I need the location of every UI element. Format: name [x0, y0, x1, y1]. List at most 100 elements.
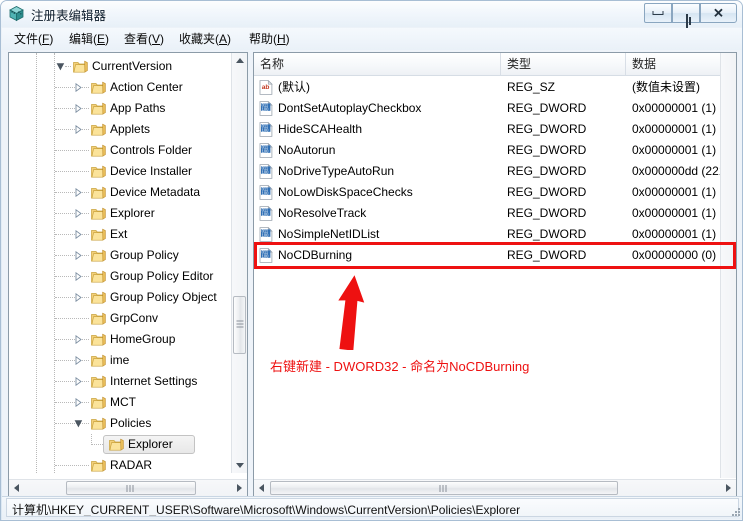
- folder-icon: [91, 417, 106, 430]
- expander-collapsed-icon[interactable]: [75, 335, 82, 344]
- tree-node[interactable]: Action Center: [9, 77, 232, 98]
- list-horizontal-scrollbar[interactable]: [254, 479, 736, 496]
- tree-node[interactable]: MCT: [9, 392, 232, 413]
- tree-node[interactable]: Group Policy: [9, 245, 232, 266]
- expander-expanded-icon[interactable]: [74, 419, 83, 428]
- tree-node[interactable]: Internet Settings: [9, 371, 232, 392]
- tree-scroll-thumb[interactable]: [233, 296, 246, 354]
- registry-values-list[interactable]: 名称 类型 数据 ab (默认) REG_SZ (数值未设置) 011 100 DontSetA…: [253, 52, 737, 497]
- value-data: 0x00000001 (1): [632, 185, 717, 199]
- menu-item-2[interactable]: 编辑(E): [65, 31, 113, 48]
- tree-node[interactable]: Applets: [9, 119, 232, 140]
- column-header-1[interactable]: 名称: [254, 53, 501, 75]
- tree-scroll-up-button[interactable]: [232, 53, 247, 69]
- tree-node[interactable]: Device Installer: [9, 161, 232, 182]
- dword-value-icon: 011100: [259, 206, 273, 221]
- list-scroll-left-button[interactable]: [254, 480, 270, 496]
- dword-value-icon: 011100: [259, 101, 273, 116]
- tree-scroll-left-button[interactable]: [9, 480, 25, 496]
- tree-vertical-scrollbar[interactable]: [231, 53, 247, 473]
- expander-collapsed-icon[interactable]: [75, 188, 82, 197]
- list-scroll-right-button[interactable]: [720, 480, 736, 496]
- resize-grip-icon[interactable]: [731, 507, 741, 517]
- tree-node[interactable]: Group Policy Editor: [9, 266, 232, 287]
- tree-node[interactable]: Ext: [9, 224, 232, 245]
- tree-node[interactable]: App Paths: [9, 98, 232, 119]
- tree-node[interactable]: Controls Folder: [9, 140, 232, 161]
- value-data: 0x00000001 (1): [632, 227, 717, 241]
- expander-collapsed-icon[interactable]: [75, 293, 82, 302]
- expander-collapsed-icon[interactable]: [75, 272, 82, 281]
- expander-collapsed-icon[interactable]: [75, 230, 82, 239]
- menu-item-5[interactable]: 帮助(H): [245, 31, 294, 48]
- tree-node[interactable]: Policies: [9, 413, 232, 434]
- current-registry-path: 计算机\HKEY_CURRENT_USER\Software\Microsoft…: [12, 503, 521, 517]
- expander-collapsed-icon[interactable]: [75, 377, 82, 386]
- tree-node[interactable]: RADAR: [9, 455, 232, 473]
- svg-text:100: 100: [262, 148, 270, 153]
- folder-icon: [73, 60, 88, 73]
- tree-node[interactable]: Device Metadata: [9, 182, 232, 203]
- tree-horizontal-scrollbar[interactable]: [9, 479, 247, 496]
- value-name: HideSCAHealth: [278, 122, 363, 136]
- registry-value-row[interactable]: 011 100 NoCDBurning REG_DWORD 0x00000000 (0): [254, 245, 736, 266]
- registry-editor-window: 注册表编辑器 ✕ 文件(F) 编辑(E) 查看(V) 收藏夹(A) 帮助(H) Curr…: [0, 0, 743, 521]
- title-bar[interactable]: 注册表编辑器 ✕: [1, 1, 742, 28]
- minimize-button[interactable]: [644, 3, 672, 23]
- expander-collapsed-icon[interactable]: [75, 209, 82, 218]
- chevron-down-icon: [235, 463, 244, 468]
- expander-expanded-icon[interactable]: [56, 62, 65, 71]
- menu-item-label: 收藏夹(A): [179, 32, 232, 46]
- menu-item-4[interactable]: 收藏夹(A): [175, 31, 235, 48]
- menu-item-1[interactable]: 文件(F): [10, 31, 57, 48]
- registry-value-row[interactable]: 011 100 NoDriveTypeAutoRun REG_DWORD 0x00000…: [254, 161, 736, 182]
- tree-node-label: Group Policy Object: [110, 290, 217, 304]
- value-type: REG_DWORD: [507, 227, 587, 241]
- tree-node[interactable]: Group Policy Object: [9, 287, 232, 308]
- registry-value-row[interactable]: ab (默认) REG_SZ (数值未设置): [254, 77, 736, 98]
- tree-node[interactable]: Explorer: [9, 434, 232, 455]
- chevron-left-icon: [259, 484, 264, 492]
- tree-node-label: ime: [110, 353, 130, 367]
- tree-node[interactable]: GrpConv: [9, 308, 232, 329]
- maximize-button[interactable]: [672, 3, 700, 28]
- expander-collapsed-icon[interactable]: [75, 251, 82, 260]
- tree-hscroll-thumb[interactable]: [66, 481, 196, 495]
- tree-scroll-right-button[interactable]: [231, 480, 247, 496]
- tree-node[interactable]: Explorer: [9, 203, 232, 224]
- close-button[interactable]: ✕: [700, 3, 737, 23]
- expander-collapsed-icon[interactable]: [75, 398, 82, 407]
- menu-item-label: 文件(F): [14, 32, 54, 46]
- value-type: REG_DWORD: [507, 206, 587, 220]
- menu-item-label: 查看(V): [124, 32, 165, 46]
- expander-collapsed-icon[interactable]: [75, 356, 82, 365]
- registry-value-row[interactable]: 011 100 NoResolveTrack REG_DWORD 0x00000001 …: [254, 203, 736, 224]
- tree-node[interactable]: CurrentVersion: [9, 56, 232, 77]
- svg-text:100: 100: [262, 253, 270, 258]
- folder-icon: [91, 249, 106, 262]
- registry-value-row[interactable]: 011 100 NoAutorun REG_DWORD 0x00000001 (1): [254, 140, 736, 161]
- registry-value-row[interactable]: 011 100 HideSCAHealth REG_DWORD 0x00000001 (…: [254, 119, 736, 140]
- registry-value-row[interactable]: 011 100 NoLowDiskSpaceChecks REG_DWORD 0x000…: [254, 182, 736, 203]
- menu-item-3[interactable]: 查看(V): [120, 31, 168, 48]
- tree-node[interactable]: ime: [9, 350, 232, 371]
- registry-value-row[interactable]: 011 100 NoSimpleNetIDList REG_DWORD 0x000000…: [254, 224, 736, 245]
- tree-scroll-down-button[interactable]: [232, 457, 247, 473]
- column-header-2[interactable]: 类型: [501, 53, 626, 75]
- expander-collapsed-icon[interactable]: [75, 104, 82, 113]
- dword-value-icon: 011100: [259, 248, 273, 263]
- value-data: 0x00000000 (0): [632, 248, 717, 262]
- registry-key-tree[interactable]: CurrentVersion Action Center App Paths Appl…: [8, 52, 248, 497]
- scroll-grip-icon: [439, 481, 449, 495]
- tree-node[interactable]: HomeGroup: [9, 329, 232, 350]
- value-data: 0x000000dd (221): [632, 164, 730, 178]
- chevron-up-icon: [235, 58, 244, 63]
- expander-collapsed-icon[interactable]: [75, 83, 82, 92]
- value-type: REG_DWORD: [507, 248, 587, 262]
- value-name: (默认): [278, 80, 310, 94]
- registry-value-row[interactable]: 011 100 DontSetAutoplayCheckbox REG_DWORD 0x…: [254, 98, 736, 119]
- folder-icon: [91, 291, 106, 304]
- expander-collapsed-icon[interactable]: [75, 125, 82, 134]
- list-hscroll-thumb[interactable]: [270, 481, 618, 495]
- list-vertical-scrollbar[interactable]: [720, 53, 736, 478]
